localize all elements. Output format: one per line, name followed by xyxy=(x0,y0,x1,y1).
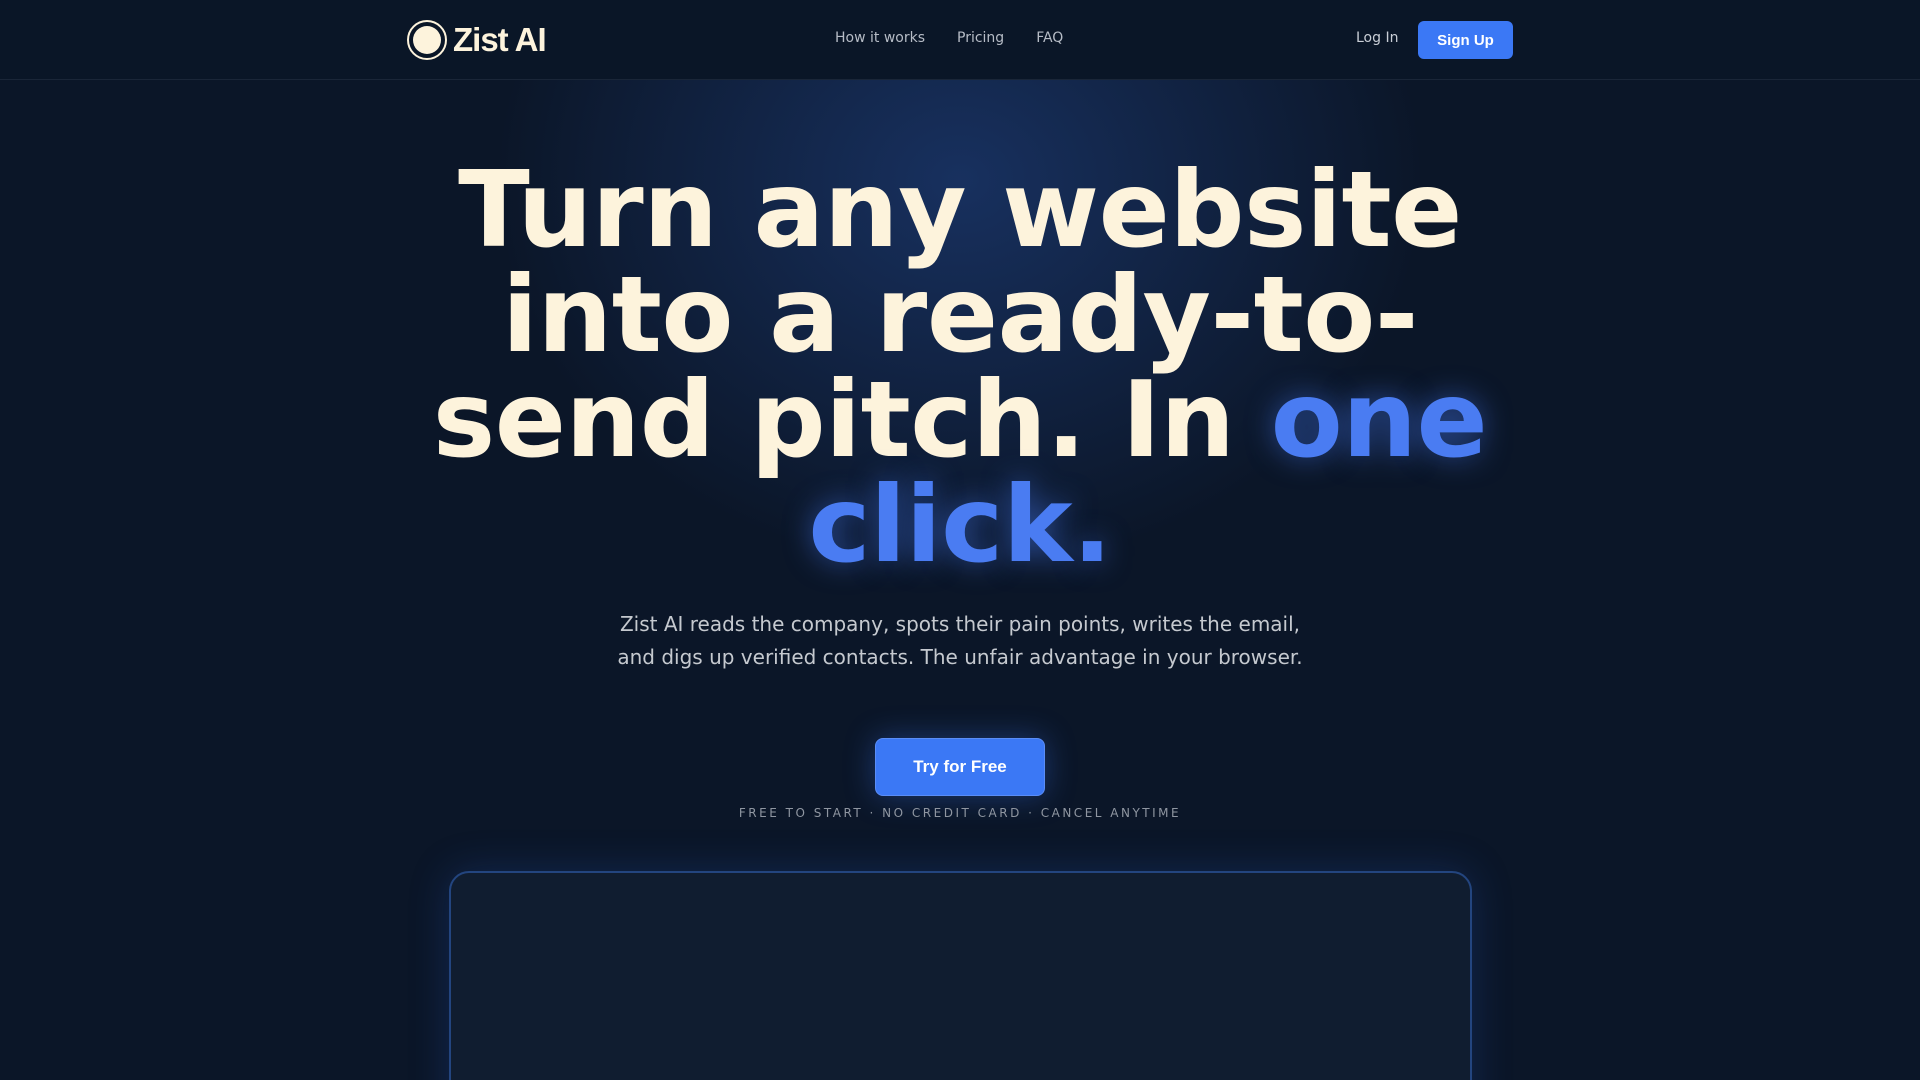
circle-logo-icon xyxy=(407,20,447,60)
hero-headline: Turn any website into a ready-to-send pi… xyxy=(410,158,1510,578)
nav-link-faq[interactable]: FAQ xyxy=(1036,30,1063,46)
brand-name: Zist AI xyxy=(453,21,547,58)
product-preview-frame xyxy=(449,871,1472,1080)
top-nav: Zist AI How it works Pricing FAQ Log In … xyxy=(0,0,1920,80)
landing-page: Zist AI How it works Pricing FAQ Log In … xyxy=(0,0,1920,1080)
hero-fineprint: FREE TO START · NO CREDIT CARD · CANCEL … xyxy=(738,806,1182,820)
nav-link-pricing[interactable]: Pricing xyxy=(957,30,1004,46)
login-link[interactable]: Log In xyxy=(1356,30,1398,46)
brand-logo[interactable]: Zist AI xyxy=(407,19,547,61)
nav-links: How it works Pricing FAQ xyxy=(835,30,1063,46)
try-for-free-button[interactable]: Try for Free xyxy=(875,738,1045,796)
hero-subcopy: Zist AI reads the company, spots their p… xyxy=(617,612,1303,669)
nav-link-how-it-works[interactable]: How it works xyxy=(835,30,925,46)
signup-button[interactable]: Sign Up xyxy=(1418,21,1513,59)
